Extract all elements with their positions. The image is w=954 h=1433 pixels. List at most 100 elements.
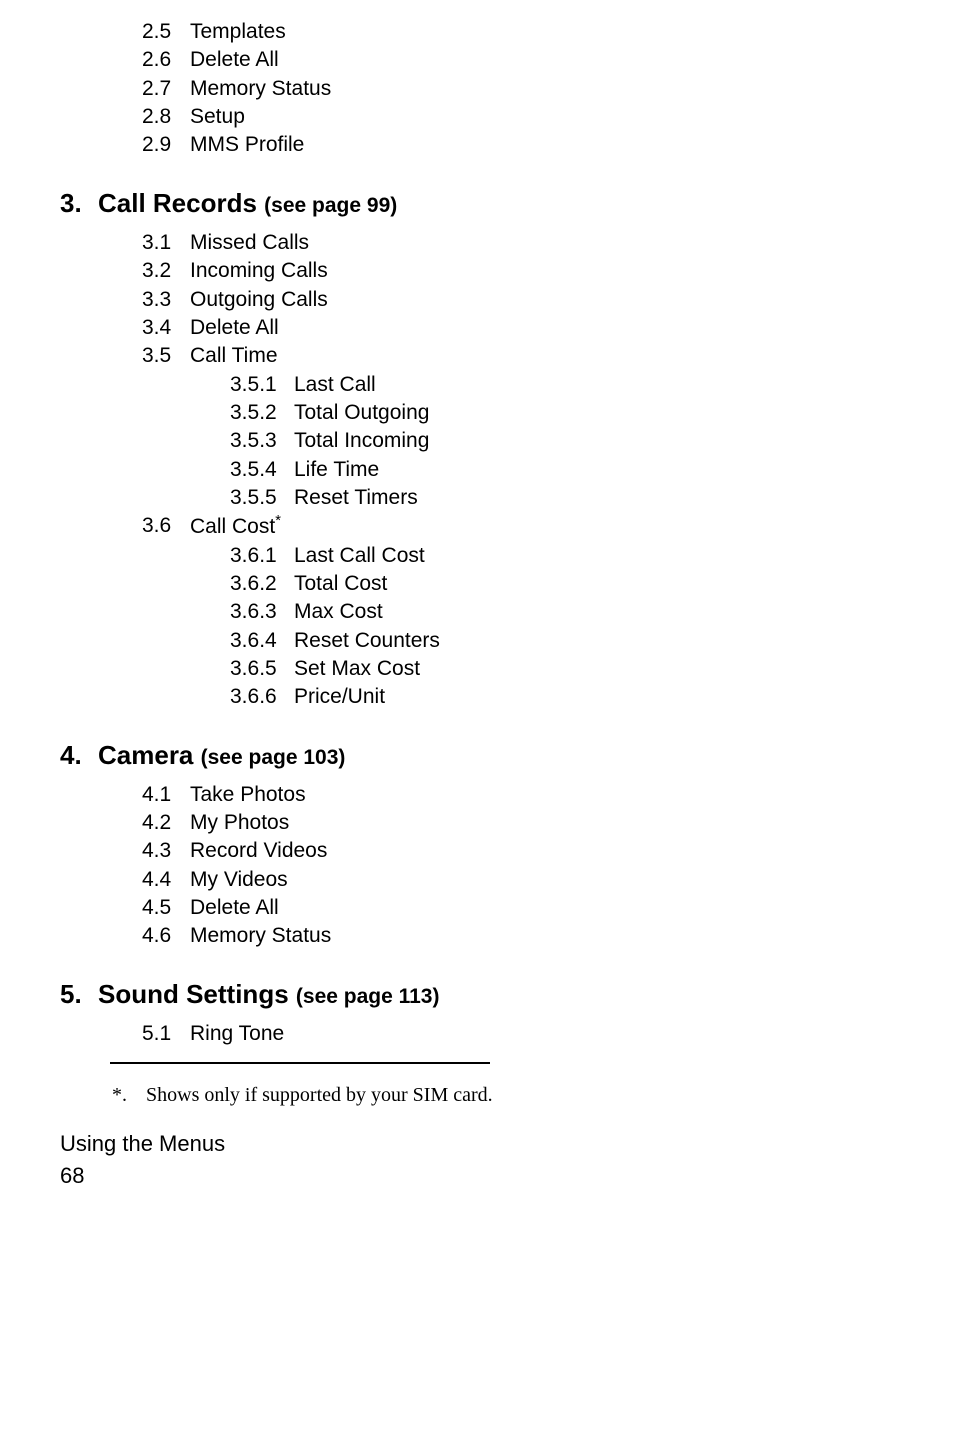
- item-label: Setup: [190, 103, 894, 131]
- section-4-items: 4.1Take Photos 4.2My Photos 4.3Record Vi…: [60, 781, 894, 951]
- item-label: Total Outgoing: [294, 399, 894, 427]
- menu-item: 2.7Memory Status: [142, 75, 894, 103]
- section-title: Camera (see page 103): [98, 738, 345, 773]
- item-number: 2.5: [142, 18, 190, 46]
- section-5-items: 5.1Ring Tone: [60, 1020, 894, 1048]
- section-title: Call Records (see page 99): [98, 186, 397, 221]
- item-label: Ring Tone: [190, 1020, 894, 1048]
- item-number: 3.6.5: [230, 655, 294, 683]
- item-label: Total Cost: [294, 570, 894, 598]
- item-number: 2.7: [142, 75, 190, 103]
- menu-item: 3.3Outgoing Calls: [142, 286, 894, 314]
- item-number: 3.5.4: [230, 456, 294, 484]
- section-heading-call-records: 3. Call Records (see page 99): [60, 186, 894, 221]
- item-label: Reset Timers: [294, 484, 894, 512]
- item-label: Reset Counters: [294, 627, 894, 655]
- section-2-items: 2.5Templates 2.6Delete All 2.7Memory Sta…: [60, 18, 894, 160]
- item-label: My Photos: [190, 809, 894, 837]
- item-label: Call Time: [190, 342, 894, 370]
- item-label: Missed Calls: [190, 229, 894, 257]
- menu-item: 2.6Delete All: [142, 46, 894, 74]
- submenu-item: 3.5.3Total Incoming: [230, 427, 894, 455]
- item-number: 4.2: [142, 809, 190, 837]
- section-number: 4.: [60, 738, 98, 773]
- item-label: Record Videos: [190, 837, 894, 865]
- item-number: 4.5: [142, 894, 190, 922]
- item-label: MMS Profile: [190, 131, 894, 159]
- item-number: 4.3: [142, 837, 190, 865]
- menu-item: 2.9MMS Profile: [142, 131, 894, 159]
- item-number: 4.1: [142, 781, 190, 809]
- item-label: Incoming Calls: [190, 257, 894, 285]
- item-label: Templates: [190, 18, 894, 46]
- footnote-text: Shows only if supported by your SIM card…: [146, 1082, 493, 1109]
- item-label: Life Time: [294, 456, 894, 484]
- item-number: 4.4: [142, 866, 190, 894]
- footnote-separator: [110, 1062, 490, 1064]
- submenu-item: 3.6.3Max Cost: [230, 598, 894, 626]
- item-number: 4.6: [142, 922, 190, 950]
- page-number: 68: [60, 1161, 894, 1191]
- menu-item: 4.2My Photos: [142, 809, 894, 837]
- item-label: Total Incoming: [294, 427, 894, 455]
- menu-item: 3.4Delete All: [142, 314, 894, 342]
- menu-item: 4.5Delete All: [142, 894, 894, 922]
- item-number: 3.5.5: [230, 484, 294, 512]
- submenu-item: 3.6.5Set Max Cost: [230, 655, 894, 683]
- section-title-text: Camera: [98, 740, 201, 770]
- submenu-item: 3.6.4Reset Counters: [230, 627, 894, 655]
- item-label-text: Call Cost: [190, 515, 275, 538]
- item-label: Memory Status: [190, 75, 894, 103]
- item-number: 3.4: [142, 314, 190, 342]
- menu-item: 3.1Missed Calls: [142, 229, 894, 257]
- menu-item: 3.2Incoming Calls: [142, 257, 894, 285]
- menu-item: 2.5Templates: [142, 18, 894, 46]
- footnote-mark: *.: [112, 1082, 146, 1109]
- item-number: 2.8: [142, 103, 190, 131]
- section-3-5-subitems: 3.5.1Last Call 3.5.2Total Outgoing 3.5.3…: [60, 371, 894, 513]
- section-heading-sound-settings: 5. Sound Settings (see page 113): [60, 977, 894, 1012]
- item-number: 3.5.3: [230, 427, 294, 455]
- submenu-item: 3.5.5Reset Timers: [230, 484, 894, 512]
- section-3-items: 3.1Missed Calls 3.2Incoming Calls 3.3Out…: [60, 229, 894, 371]
- item-label: Max Cost: [294, 598, 894, 626]
- item-number: 5.1: [142, 1020, 190, 1048]
- item-number: 3.6.2: [230, 570, 294, 598]
- item-label: Last Call Cost: [294, 542, 894, 570]
- submenu-item: 3.5.1Last Call: [230, 371, 894, 399]
- menu-item: 4.6Memory Status: [142, 922, 894, 950]
- section-number: 3.: [60, 186, 98, 221]
- item-number: 3.6.1: [230, 542, 294, 570]
- item-label: Delete All: [190, 894, 894, 922]
- section-3-item-call-cost: 3.6 Call Cost*: [60, 512, 894, 541]
- item-label: Take Photos: [190, 781, 894, 809]
- footnote: *. Shows only if supported by your SIM c…: [60, 1082, 894, 1109]
- section-number: 5.: [60, 977, 98, 1012]
- item-number: 3.5.1: [230, 371, 294, 399]
- menu-item: 5.1Ring Tone: [142, 1020, 894, 1048]
- menu-item: 3.5Call Time: [142, 342, 894, 370]
- menu-item: 4.4My Videos: [142, 866, 894, 894]
- item-label: Outgoing Calls: [190, 286, 894, 314]
- item-number: 3.6.3: [230, 598, 294, 626]
- item-label: Set Max Cost: [294, 655, 894, 683]
- section-title-text: Sound Settings: [98, 979, 296, 1009]
- menu-item: 3.6 Call Cost*: [142, 512, 894, 541]
- menu-item: 2.8Setup: [142, 103, 894, 131]
- menu-item: 4.3Record Videos: [142, 837, 894, 865]
- submenu-item: 3.5.2Total Outgoing: [230, 399, 894, 427]
- section-title: Sound Settings (see page 113): [98, 977, 439, 1012]
- see-page-ref: (see page 113): [296, 985, 440, 1008]
- item-number: 2.9: [142, 131, 190, 159]
- item-number: 3.2: [142, 257, 190, 285]
- section-heading-camera: 4. Camera (see page 103): [60, 738, 894, 773]
- item-label: My Videos: [190, 866, 894, 894]
- see-page-ref: (see page 103): [201, 746, 346, 769]
- item-label: Last Call: [294, 371, 894, 399]
- item-number: 3.6.4: [230, 627, 294, 655]
- section-title-text: Call Records: [98, 188, 264, 218]
- submenu-item: 3.6.1Last Call Cost: [230, 542, 894, 570]
- section-3-6-subitems: 3.6.1Last Call Cost 3.6.2Total Cost 3.6.…: [60, 542, 894, 712]
- submenu-item: 3.6.2Total Cost: [230, 570, 894, 598]
- item-label: Price/Unit: [294, 683, 894, 711]
